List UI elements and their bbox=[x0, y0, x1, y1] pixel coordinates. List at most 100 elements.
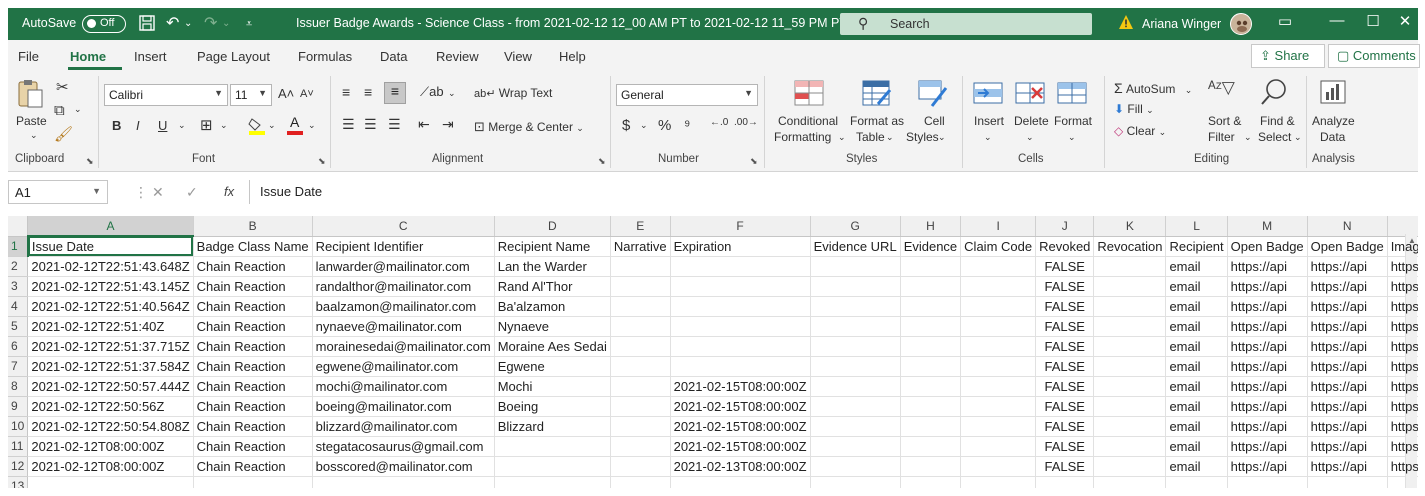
cell-j6[interactable]: FALSE bbox=[1035, 336, 1095, 357]
cell-j12[interactable]: FALSE bbox=[1035, 456, 1095, 477]
cell-o1[interactable]: Image Url bbox=[1387, 236, 1418, 257]
cell-n8[interactable]: https://api bbox=[1307, 376, 1388, 397]
row-header[interactable]: 11 bbox=[8, 436, 29, 457]
cell-o5[interactable]: https://media.badgr.com/uploads/badges bbox=[1387, 316, 1418, 337]
cut-icon[interactable]: ✂ bbox=[56, 78, 69, 96]
cell-k10[interactable] bbox=[1093, 416, 1167, 437]
copy-dropdown-icon[interactable]: ⌄ bbox=[74, 104, 82, 115]
insert-label[interactable]: Insert bbox=[974, 114, 1004, 128]
cell-m10[interactable]: https://api bbox=[1227, 416, 1308, 437]
cell-m3[interactable]: https://api bbox=[1227, 276, 1308, 297]
wrap-text-button[interactable]: ab↵ Wrap Text bbox=[474, 86, 552, 100]
cell-m12[interactable]: https://api bbox=[1227, 456, 1308, 477]
cell-f5[interactable] bbox=[670, 316, 811, 337]
cell-m8[interactable]: https://api bbox=[1227, 376, 1308, 397]
cell-l11[interactable]: email bbox=[1165, 436, 1228, 457]
cell-d10[interactable]: Blizzard bbox=[494, 416, 611, 437]
cell-n4[interactable]: https://api bbox=[1307, 296, 1388, 317]
cell-m11[interactable]: https://api bbox=[1227, 436, 1308, 457]
cell-m1[interactable]: Open Badge bbox=[1227, 236, 1308, 257]
cell-e8[interactable] bbox=[610, 376, 671, 397]
cell-d5[interactable]: Nynaeve bbox=[494, 316, 611, 337]
font-family-select[interactable]: Calibri ▼ bbox=[104, 84, 228, 106]
cell-d11[interactable] bbox=[494, 436, 611, 457]
cell-e1[interactable]: Narrative bbox=[610, 236, 671, 257]
cell-b2[interactable]: Chain Reaction bbox=[193, 256, 313, 277]
italic-icon[interactable]: I bbox=[136, 118, 140, 133]
cell-g2[interactable] bbox=[810, 256, 901, 277]
paste-dropdown-icon[interactable]: ⌄ bbox=[30, 130, 38, 141]
cell-k1[interactable]: Revocation bbox=[1093, 236, 1167, 257]
chevron-down-icon[interactable]: ⌄ bbox=[1244, 132, 1252, 143]
enter-icon[interactable]: ✓ bbox=[186, 184, 198, 201]
cell-d12[interactable] bbox=[494, 456, 611, 477]
cell-c5[interactable]: nynaeve@mailinator.com bbox=[312, 316, 495, 337]
cell-l2[interactable]: email bbox=[1165, 256, 1228, 277]
cell-h12[interactable] bbox=[900, 456, 962, 477]
name-box[interactable]: A1 ▼ bbox=[8, 180, 108, 204]
cell-styles-label-1[interactable]: Cell bbox=[924, 114, 945, 128]
accounting-format-icon[interactable]: $ bbox=[622, 117, 630, 134]
cell-f13[interactable] bbox=[670, 476, 811, 488]
close-icon[interactable]: ✕ bbox=[1390, 12, 1420, 30]
formula-input[interactable]: Issue Date bbox=[249, 180, 1418, 204]
bold-icon[interactable]: B bbox=[112, 118, 121, 133]
chevron-down-icon[interactable]: ⌄ bbox=[984, 132, 992, 143]
fill-color-dropdown-icon[interactable]: ⌄ bbox=[268, 120, 276, 131]
cell-l4[interactable]: email bbox=[1165, 296, 1228, 317]
cell-o10[interactable]: https://media.badgr.com/uploads/badges bbox=[1387, 416, 1418, 437]
cell-b7[interactable]: Chain Reaction bbox=[193, 356, 313, 377]
insert-function-icon[interactable]: fx bbox=[224, 184, 234, 199]
cell-f9[interactable]: 2021-02-15T08:00:00Z bbox=[670, 396, 811, 417]
decrease-font-size-icon[interactable]: A˅ bbox=[300, 88, 314, 100]
cell-c12[interactable]: bosscored@mailinator.com bbox=[312, 456, 495, 477]
fill-button[interactable]: ⬇ Fill ⌄ bbox=[1114, 102, 1154, 116]
tab-help[interactable]: Help bbox=[559, 49, 586, 64]
cell-k7[interactable] bbox=[1093, 356, 1167, 377]
autosum-button[interactable]: Σ AutoSum ⌄ bbox=[1114, 80, 1192, 96]
tab-page-layout[interactable]: Page Layout bbox=[197, 49, 270, 64]
column-header-j[interactable]: J bbox=[1035, 216, 1095, 237]
cell-e4[interactable] bbox=[610, 296, 671, 317]
cell-m6[interactable]: https://api bbox=[1227, 336, 1308, 357]
cell-c3[interactable]: randalthor@mailinator.com bbox=[312, 276, 495, 297]
column-header-d[interactable]: D bbox=[494, 216, 611, 237]
cell-k4[interactable] bbox=[1093, 296, 1167, 317]
cell-g12[interactable] bbox=[810, 456, 901, 477]
cell-o9[interactable]: https://media.badgr.com/uploads/badges bbox=[1387, 396, 1418, 417]
cell-f8[interactable]: 2021-02-15T08:00:00Z bbox=[670, 376, 811, 397]
decrease-indent-icon[interactable]: ⇤ bbox=[418, 116, 430, 133]
cell-h11[interactable] bbox=[900, 436, 962, 457]
column-header-b[interactable]: B bbox=[193, 216, 313, 237]
align-right-icon[interactable]: ☰ bbox=[388, 116, 401, 133]
cell-k9[interactable] bbox=[1093, 396, 1167, 417]
chevron-down-icon[interactable]: ⌄ bbox=[938, 132, 946, 143]
customize-toolbar-icon[interactable]: ⩡ bbox=[246, 14, 252, 34]
cell-k2[interactable] bbox=[1093, 256, 1167, 277]
format-painter-icon[interactable]: 🖌 bbox=[54, 125, 73, 143]
cell-l8[interactable]: email bbox=[1165, 376, 1228, 397]
cell-l7[interactable]: email bbox=[1165, 356, 1228, 377]
cell-k11[interactable] bbox=[1093, 436, 1167, 457]
cell-d3[interactable]: Rand Al'Thor bbox=[494, 276, 611, 297]
decrease-decimal-icon[interactable]: .00→ bbox=[734, 117, 758, 128]
column-header-m[interactable]: M bbox=[1227, 216, 1308, 237]
cell-l12[interactable]: email bbox=[1165, 456, 1228, 477]
row-header[interactable]: 5 bbox=[8, 316, 29, 337]
chevron-down-icon[interactable]: ⌄ bbox=[1068, 132, 1076, 143]
cell-e12[interactable] bbox=[610, 456, 671, 477]
cell-g8[interactable] bbox=[810, 376, 901, 397]
row-header[interactable]: 2 bbox=[8, 256, 29, 277]
tab-review[interactable]: Review bbox=[436, 49, 479, 64]
cell-f4[interactable] bbox=[670, 296, 811, 317]
conditional-formatting-icon[interactable] bbox=[794, 80, 824, 109]
cell-g10[interactable] bbox=[810, 416, 901, 437]
cell-styles-icon[interactable] bbox=[918, 80, 948, 111]
cell-o3[interactable]: https://media.badgr.com/uploads/badges bbox=[1387, 276, 1418, 297]
cell-i10[interactable] bbox=[960, 416, 1037, 437]
cell-n10[interactable]: https://api bbox=[1307, 416, 1388, 437]
cell-m4[interactable]: https://api bbox=[1227, 296, 1308, 317]
cell-o6[interactable]: https://media.badgr.com/uploads/badges bbox=[1387, 336, 1418, 357]
share-button[interactable]: ⇪ Share bbox=[1251, 44, 1325, 68]
delete-label[interactable]: Delete bbox=[1014, 114, 1049, 128]
